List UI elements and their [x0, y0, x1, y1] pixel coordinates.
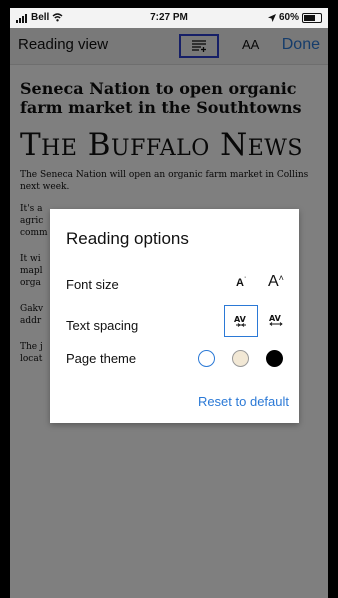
reading-options-title: Reading options — [66, 229, 189, 248]
svg-text:AV: AV — [269, 314, 282, 323]
theme-white-button[interactable] — [198, 350, 215, 367]
status-bar: Bell 7:27 PM 60% — [10, 8, 328, 28]
decrease-font-glyph: A — [236, 277, 244, 289]
theme-sepia-button[interactable] — [232, 350, 249, 367]
battery-icon — [302, 12, 322, 23]
font-size-label: Font size — [66, 277, 119, 292]
wide-spacing-icon: AV — [269, 314, 283, 326]
increase-font-button[interactable]: A˄ — [268, 273, 284, 291]
decrease-font-button[interactable]: A˙ — [236, 277, 246, 289]
battery-percent: 60% — [278, 12, 299, 23]
phone-screen: Bell 7:27 PM 60% Reading view AA Done Se… — [10, 8, 328, 598]
text-spacing-label: Text spacing — [66, 318, 139, 333]
theme-black-button[interactable] — [266, 350, 283, 367]
reading-options-panel: Reading options Font size A˙ A˄ Text spa… — [50, 209, 299, 423]
compact-spacing-button[interactable]: AV — [224, 305, 258, 337]
wide-spacing-button[interactable]: AV — [268, 313, 284, 332]
page-theme-label: Page theme — [66, 351, 137, 366]
increase-font-glyph: A — [268, 273, 279, 290]
compact-spacing-icon: AV — [234, 315, 247, 327]
svg-text:AV: AV — [234, 315, 247, 324]
location-arrow-icon — [267, 13, 276, 22]
reset-to-default-link[interactable]: Reset to default — [198, 394, 289, 409]
